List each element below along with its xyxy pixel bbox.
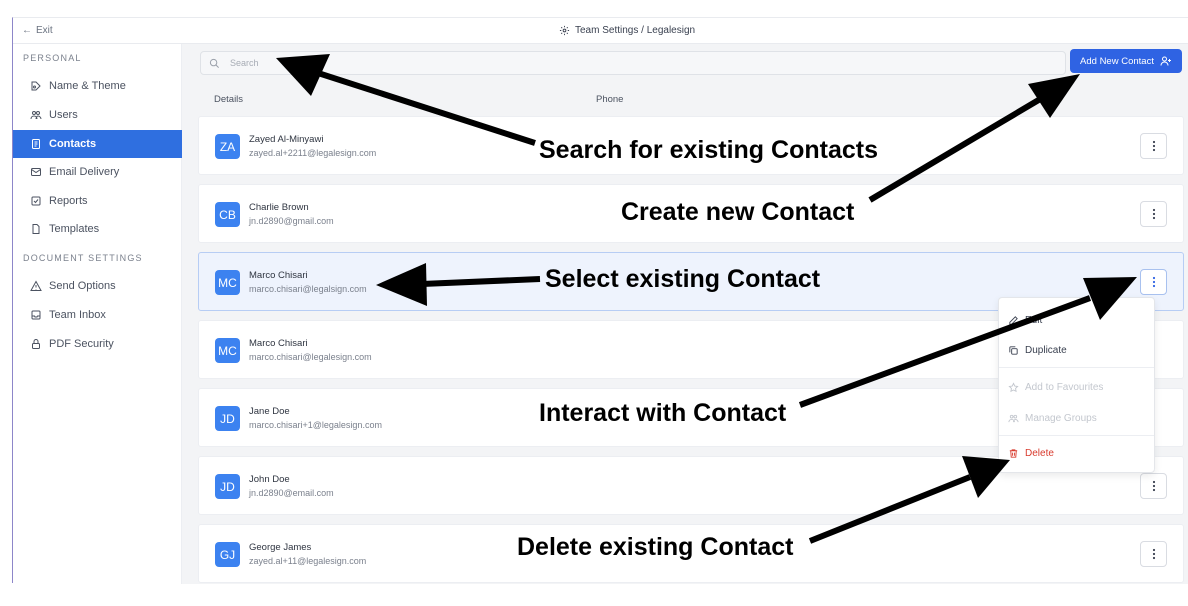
menu-divider bbox=[999, 435, 1154, 436]
avatar: ZA bbox=[215, 134, 240, 159]
warning-icon bbox=[30, 280, 42, 291]
row-actions-button[interactable] bbox=[1140, 133, 1167, 159]
sidebar-item-pdf-security[interactable]: PDF Security bbox=[13, 330, 182, 358]
more-vertical-icon bbox=[1152, 208, 1155, 220]
menu-item-manage-groups: Manage Groups bbox=[999, 406, 1154, 430]
row-actions-button[interactable] bbox=[1140, 541, 1167, 567]
menu-item-delete[interactable]: Delete bbox=[999, 441, 1154, 465]
contacts-icon bbox=[32, 139, 40, 149]
contact-name: Charlie Brown bbox=[249, 202, 309, 213]
contact-name: Marco Chisari bbox=[249, 270, 308, 281]
trash-icon bbox=[1009, 448, 1018, 458]
sidebar-item-email-delivery[interactable]: Email Delivery bbox=[13, 158, 182, 186]
more-vertical-icon bbox=[1152, 480, 1155, 492]
sidebar-item-team-inbox[interactable]: Team Inbox bbox=[13, 301, 182, 329]
sidebar: PERSONAL Name & Theme Users Contacts Ema… bbox=[13, 44, 182, 584]
annotation-create: Create new Contact bbox=[621, 198, 855, 226]
edit-icon bbox=[1009, 315, 1018, 325]
column-header-details: Details bbox=[214, 94, 244, 105]
sidebar-item-label: Name & Theme bbox=[49, 80, 126, 92]
contact-name: Marco Chisari bbox=[249, 338, 308, 349]
reports-icon bbox=[31, 196, 41, 206]
avatar: JD bbox=[215, 406, 240, 431]
more-vertical-icon bbox=[1152, 276, 1155, 288]
sidebar-item-label: Reports bbox=[49, 195, 88, 207]
sidebar-item-label: Templates bbox=[49, 223, 100, 235]
sidebar-item-templates[interactable]: Templates bbox=[13, 215, 182, 243]
contact-name: Zayed Al-Minyawi bbox=[249, 134, 324, 145]
sidebar-item-contacts[interactable]: Contacts bbox=[13, 130, 182, 158]
add-new-contact-label: Add New Contact bbox=[1080, 55, 1154, 67]
page-title: Team Settings / Legalesign bbox=[559, 25, 695, 36]
page-title-text: Team Settings / Legalesign bbox=[575, 25, 696, 36]
column-header-phone: Phone bbox=[596, 94, 624, 105]
more-vertical-icon bbox=[1152, 140, 1155, 152]
row-actions-button[interactable] bbox=[1140, 201, 1167, 227]
more-vertical-icon bbox=[1152, 548, 1155, 560]
contact-name: George James bbox=[249, 542, 312, 553]
inbox-icon bbox=[31, 310, 41, 320]
top-bar: ← Exit Team Settings / Legalesign bbox=[13, 18, 1188, 44]
contact-email: jn.d2890@email.com bbox=[249, 488, 334, 498]
sidebar-item-label: Users bbox=[49, 109, 78, 121]
annotation-interact: Interact with Contact bbox=[539, 399, 787, 427]
section-document-settings: DOCUMENT SETTINGS bbox=[23, 253, 143, 263]
mail-icon bbox=[31, 168, 41, 176]
users-icon bbox=[30, 111, 42, 120]
avatar: MC bbox=[215, 270, 240, 295]
contact-email: zayed.al+11@legalesign.com bbox=[249, 556, 367, 566]
avatar: GJ bbox=[215, 542, 240, 567]
contact-email: marco.chisari+1@legalesign.com bbox=[249, 420, 382, 430]
arrow-left-icon: ← bbox=[22, 25, 32, 36]
sidebar-item-reports[interactable]: Reports bbox=[13, 187, 182, 215]
add-user-icon bbox=[1160, 56, 1171, 66]
contact-email: marco.chisari@legalesign.com bbox=[249, 352, 372, 362]
sidebar-item-name-theme[interactable]: Name & Theme bbox=[13, 72, 182, 100]
contact-name: John Doe bbox=[249, 474, 290, 485]
search-icon bbox=[209, 58, 219, 68]
duplicate-icon bbox=[1009, 345, 1018, 355]
row-actions-button[interactable] bbox=[1140, 269, 1167, 295]
sidebar-item-send-options[interactable]: Send Options bbox=[13, 272, 182, 300]
star-icon bbox=[1008, 381, 1019, 392]
sidebar-item-users[interactable]: Users bbox=[13, 101, 182, 129]
exit-link[interactable]: ← Exit bbox=[22, 25, 53, 36]
menu-divider bbox=[999, 367, 1154, 368]
add-new-contact-button[interactable]: Add New Contact bbox=[1070, 49, 1182, 73]
annotation-select: Select existing Contact bbox=[545, 265, 821, 293]
search-input[interactable] bbox=[230, 58, 1030, 68]
brush-icon bbox=[31, 81, 41, 91]
document-icon bbox=[32, 224, 40, 234]
lock-icon bbox=[32, 339, 40, 349]
contact-email: marco.chisari@legalsign.com bbox=[249, 284, 367, 294]
exit-label: Exit bbox=[36, 25, 53, 36]
contact-name: Jane Doe bbox=[249, 406, 290, 417]
avatar: CB bbox=[215, 202, 240, 227]
search-bar[interactable] bbox=[200, 51, 1066, 75]
menu-item-duplicate[interactable]: Duplicate bbox=[999, 338, 1154, 362]
gear-icon bbox=[559, 25, 570, 36]
sidebar-item-label: Team Inbox bbox=[49, 309, 106, 321]
menu-item-label: Add to Favourites bbox=[1025, 381, 1104, 393]
sidebar-item-label: Send Options bbox=[49, 280, 116, 292]
annotation-delete: Delete existing Contact bbox=[517, 533, 794, 561]
sidebar-item-label: Contacts bbox=[49, 138, 97, 150]
avatar: JD bbox=[215, 474, 240, 499]
menu-item-label: Edit bbox=[1025, 314, 1043, 326]
menu-item-label: Delete bbox=[1025, 447, 1054, 459]
sidebar-item-label: Email Delivery bbox=[49, 166, 120, 178]
contact-email: zayed.al+2211@legalesign.com bbox=[249, 148, 377, 158]
contact-email: jn.d2890@gmail.com bbox=[249, 216, 334, 226]
section-personal: PERSONAL bbox=[23, 53, 82, 63]
menu-item-add-favourites: Add to Favourites bbox=[999, 375, 1154, 399]
groups-icon bbox=[1008, 414, 1019, 422]
avatar: MC bbox=[215, 338, 240, 363]
menu-item-edit[interactable]: Edit bbox=[999, 308, 1154, 332]
menu-item-label: Duplicate bbox=[1025, 344, 1067, 356]
menu-item-label: Manage Groups bbox=[1025, 412, 1097, 424]
contact-context-menu: Edit Duplicate Add to Favourites Manage … bbox=[998, 297, 1155, 473]
annotation-search: Search for existing Contacts bbox=[539, 136, 878, 164]
sidebar-item-label: PDF Security bbox=[49, 338, 114, 350]
row-actions-button[interactable] bbox=[1140, 473, 1167, 499]
